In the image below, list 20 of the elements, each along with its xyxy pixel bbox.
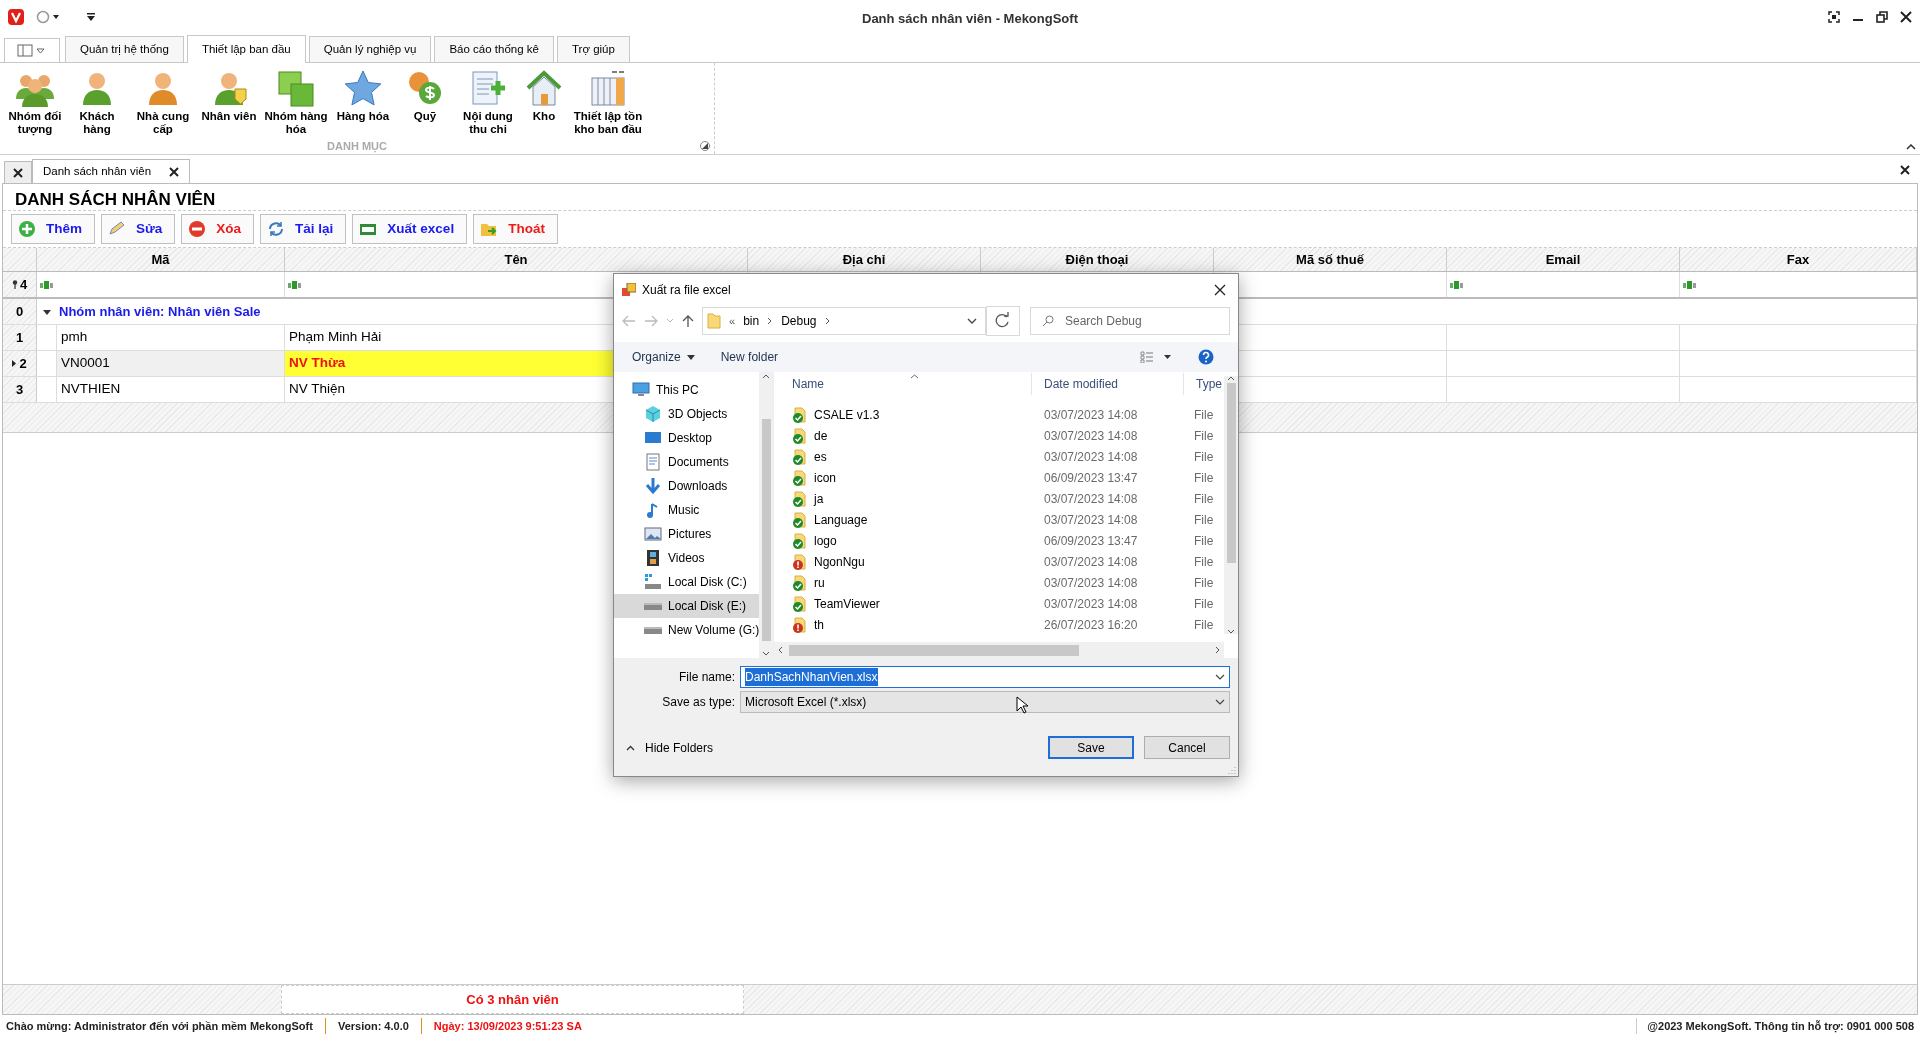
row-number: 1 <box>15 328 24 347</box>
row-number: 3 <box>15 380 24 399</box>
table-cell: NVTHIEN <box>57 377 285 402</box>
page-heading: DANH SÁCH NHÂN VIÊN <box>14 189 217 210</box>
status-text: @2023 MekongSoft. Thông tin hỗ trợ: 0901 000 508 <box>1636 1017 1914 1035</box>
row-number: 2 <box>19 354 27 373</box>
field-label: File name: <box>677 669 736 686</box>
window-title: Danh sách nhân viên - MekongSoft <box>862 10 1078 28</box>
summary-footer: Có 3 nhân viên <box>281 985 744 1014</box>
dialog-title: Xuất ra file excel <box>642 282 731 299</box>
table-cell: pmh <box>57 325 285 350</box>
group-row-label: Nhóm nhân viên: Nhân viên Sale <box>59 302 261 321</box>
table-cell: VN0001 <box>57 351 285 376</box>
row-number: 0 <box>15 302 24 321</box>
status-text: Version: 4.0.0 <box>324 1017 409 1035</box>
status-text: Chào mừng: Administrator đến với phần mềm MekongSoft <box>6 1018 313 1034</box>
filter-row-count: 4 <box>19 275 28 294</box>
status-text: Ngày: 13/09/2023 9:51:23 SA <box>420 1017 582 1035</box>
field-label: Save as type: <box>661 694 736 711</box>
ribbon-group-label: DANH MỤC <box>327 138 387 154</box>
